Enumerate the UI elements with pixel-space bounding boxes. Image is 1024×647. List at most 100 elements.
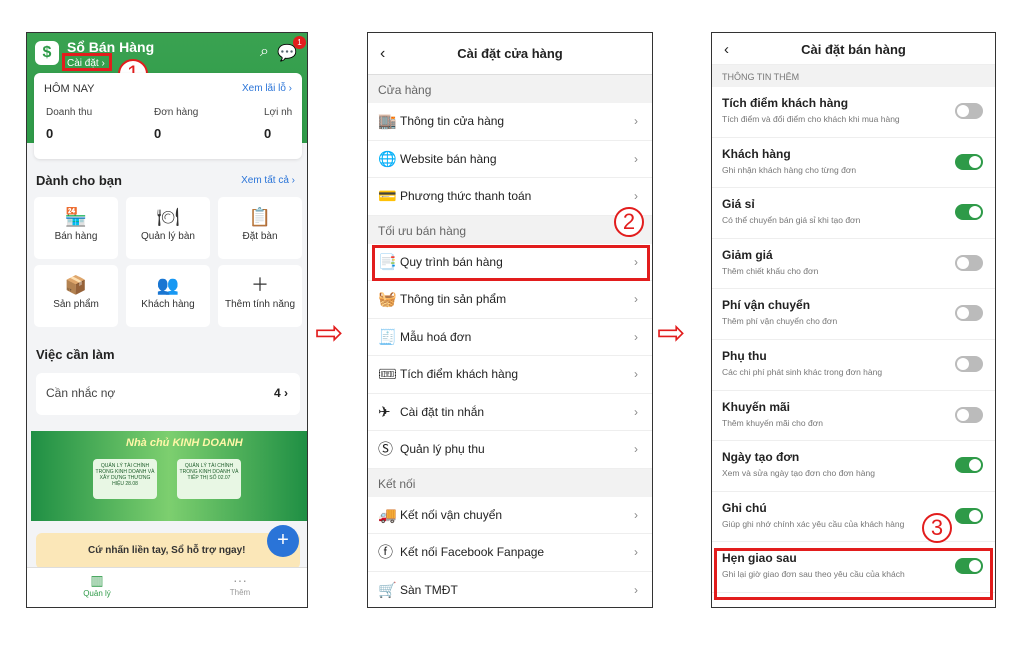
truck-icon: 🚚 xyxy=(378,506,397,524)
chevron-right-icon: › xyxy=(634,292,638,306)
send-icon: ✈ xyxy=(378,403,391,421)
cart-icon: 🛒 xyxy=(378,581,397,599)
tile-booking[interactable]: 📋 Đặt bàn xyxy=(218,197,302,259)
notification-badge: 1 xyxy=(293,36,306,49)
back-icon[interactable]: ‹ xyxy=(380,33,385,75)
chevron-right-icon: › xyxy=(634,367,638,381)
stat-revenue: Doanh thu 0 xyxy=(46,107,93,141)
step-marker-2: 2 xyxy=(614,207,644,237)
arrow-right-icon: ⇨ xyxy=(657,314,686,352)
box-icon: 📦 xyxy=(64,275,88,295)
table-icon: 🍽 xyxy=(156,207,180,227)
menu-message-settings[interactable]: ✈ Cài đặt tin nhắn › xyxy=(368,393,652,431)
stat-profit: Lợi nh 0 xyxy=(264,107,293,141)
toggle-switch[interactable] xyxy=(955,406,983,423)
highlight-box-3 xyxy=(714,548,993,600)
toggle-switch[interactable] xyxy=(955,355,983,372)
highlight-box-1 xyxy=(62,53,112,71)
tile-products[interactable]: 📦 Sản phẩm xyxy=(34,265,118,327)
back-icon[interactable]: ‹ xyxy=(724,33,729,67)
search-icon[interactable]: ⌕ xyxy=(260,43,269,61)
toggle-switch[interactable] xyxy=(955,254,983,271)
step-marker-3: 3 xyxy=(922,513,952,543)
today-label: HÔM NAY xyxy=(44,83,95,95)
home-screen: $ Sổ Bán Hàng Cài đặt › ⌕ 💬 1 1 HÔM NAY … xyxy=(26,32,308,608)
more-icon: ··· xyxy=(233,572,247,588)
bottom-tabbar: ▥ Quản lý ··· Thêm xyxy=(27,567,307,607)
menu-surcharge[interactable]: Ⓢ Quản lý phụ thu › xyxy=(368,431,652,469)
promo-banner[interactable]: Nhà chủ KINH DOANH QUẢN LÝ TÀI CHÍNH TRO… xyxy=(31,431,307,521)
globe-icon: 🌐 xyxy=(378,150,397,168)
toggle-switch[interactable] xyxy=(955,153,983,170)
highlight-box-2 xyxy=(372,245,650,281)
facebook-icon: ⓕ xyxy=(378,544,394,561)
toggle-switch[interactable] xyxy=(955,507,983,524)
users-icon: 👥 xyxy=(156,275,180,295)
chevron-right-icon: › xyxy=(634,582,638,597)
points-icon: 🎟 xyxy=(378,366,398,383)
stat-orders: Đơn hàng 0 xyxy=(154,107,199,141)
banner-card-2: QUẢN LÝ TÀI CHÍNH TRONG KINH DOANH VÀ TI… xyxy=(177,459,241,499)
sales-settings-screen: ‹ Cài đặt bán hàng THÔNG TIN THÊM Tích đi… xyxy=(711,32,996,608)
menu-product-info[interactable]: 🧺 Thông tin sản phẩm › xyxy=(368,281,652,319)
tile-customers[interactable]: 👥 Khách hàng xyxy=(126,265,210,327)
group-connect: Kết nối xyxy=(378,476,416,491)
store-icon: 🏪 xyxy=(64,207,88,227)
see-all-link[interactable]: Xem tất cả › xyxy=(241,175,295,186)
todo-title: Việc cần làm xyxy=(36,347,115,362)
sales-settings-header: ‹ Cài đặt bán hàng xyxy=(712,33,995,65)
arrow-right-icon: ⇨ xyxy=(315,314,344,352)
card-icon: 💳 xyxy=(378,188,397,205)
tab-more[interactable]: ··· Thêm xyxy=(200,572,280,597)
tile-sell[interactable]: 🏪 Bán hàng xyxy=(34,197,118,259)
setting-discount: Giảm giá Thêm chiết khấu cho đơn xyxy=(712,239,995,290)
toggle-switch[interactable] xyxy=(955,103,983,119)
home-icon: ▥ xyxy=(90,572,104,588)
menu-payment[interactable]: 💳 Phương thức thanh toán › xyxy=(368,178,652,216)
chevron-right-icon: › xyxy=(634,329,638,344)
setting-note: Ghi chú Giúp ghi nhớ chính xác yêu cầu củ… xyxy=(712,492,995,543)
chevron-right-icon: › xyxy=(634,545,638,559)
tab-manage[interactable]: ▥ Quản lý xyxy=(57,572,137,598)
menu-shipping[interactable]: 🚚 Kết nối vận chuyển › xyxy=(368,496,652,534)
today-card: HÔM NAY Xem lãi lỗ › Doanh thu 0 Đơn hàng… xyxy=(34,73,302,159)
menu-website[interactable]: 🌐 Website bán hàng › xyxy=(368,140,652,178)
task-label: Cần nhắc nợ xyxy=(46,386,116,400)
setting-wholesale: Giá sỉ Có thể chuyển bán giá sỉ khi tạo đ… xyxy=(712,188,995,239)
booking-icon: 📋 xyxy=(248,207,272,227)
chevron-right-icon: › xyxy=(634,442,638,456)
menu-store-info[interactable]: 🏬 Thông tin cửa hàng › xyxy=(368,103,652,141)
chevron-right-icon: › xyxy=(634,114,638,128)
toggle-switch[interactable] xyxy=(955,204,983,221)
store-settings-screen: ‹ Cài đặt cửa hàng Cửa hàng 🏬 Thông tin cử… xyxy=(367,32,653,608)
setting-loyalty: Tích điểm khách hàng Tích điểm và đổi điể… xyxy=(712,87,995,138)
debt-reminder-task[interactable]: Cần nhắc nợ 4 › xyxy=(36,373,300,415)
group-store: Cửa hàng xyxy=(378,83,432,97)
tile-tables[interactable]: 🍽 Quản lý bàn xyxy=(126,197,210,259)
banner-card-1: QUẢN LÝ TÀI CHÍNH TRONG KINH DOANH VÀ XÂ… xyxy=(93,459,157,499)
chevron-right-icon: › xyxy=(634,507,638,522)
support-promo[interactable]: Cứ nhấn liền tay, Sổ hỗ trợ ngay! xyxy=(36,533,300,569)
setting-order-date: Ngày tạo đơn Xem và sửa ngày tạo đơn cho … xyxy=(712,441,995,492)
store-icon: 🏬 xyxy=(378,113,397,130)
setting-promotion: Khuyến mãi Thêm khuyến mãi cho đơn xyxy=(712,391,995,442)
basket-icon: 🧺 xyxy=(378,291,397,308)
menu-invoice-template[interactable]: 🧾 Mẫu hoá đơn › xyxy=(368,318,652,356)
menu-facebook[interactable]: ⓕ Kết nối Facebook Fanpage › xyxy=(368,534,652,572)
group-optimize: Tối ưu bán hàng xyxy=(378,223,467,238)
profit-link[interactable]: Xem lãi lỗ › xyxy=(242,83,292,94)
chevron-right-icon: › xyxy=(634,151,638,166)
toggle-switch[interactable] xyxy=(955,457,983,474)
menu-marketplace[interactable]: 🛒 Sàn TMĐT › xyxy=(368,571,652,607)
setting-surcharge: Phụ thu Các chi phí phát sinh khác trong … xyxy=(712,340,995,391)
plus-icon: ＋ xyxy=(251,275,269,295)
for-you-title: Dành cho bạn xyxy=(36,173,122,188)
app-logo-icon: $ xyxy=(35,41,59,65)
group-extra-info: THÔNG TIN THÊM xyxy=(712,65,995,87)
banner-title: Nhà chủ KINH DOANH xyxy=(126,437,243,449)
toggle-switch[interactable] xyxy=(955,305,983,322)
tile-more-features[interactable]: ＋ Thêm tính năng xyxy=(218,265,302,327)
invoice-icon: 🧾 xyxy=(378,328,397,346)
add-fab-button[interactable]: + xyxy=(267,525,299,557)
menu-loyalty[interactable]: 🎟 Tích điểm khách hàng › xyxy=(368,356,652,394)
